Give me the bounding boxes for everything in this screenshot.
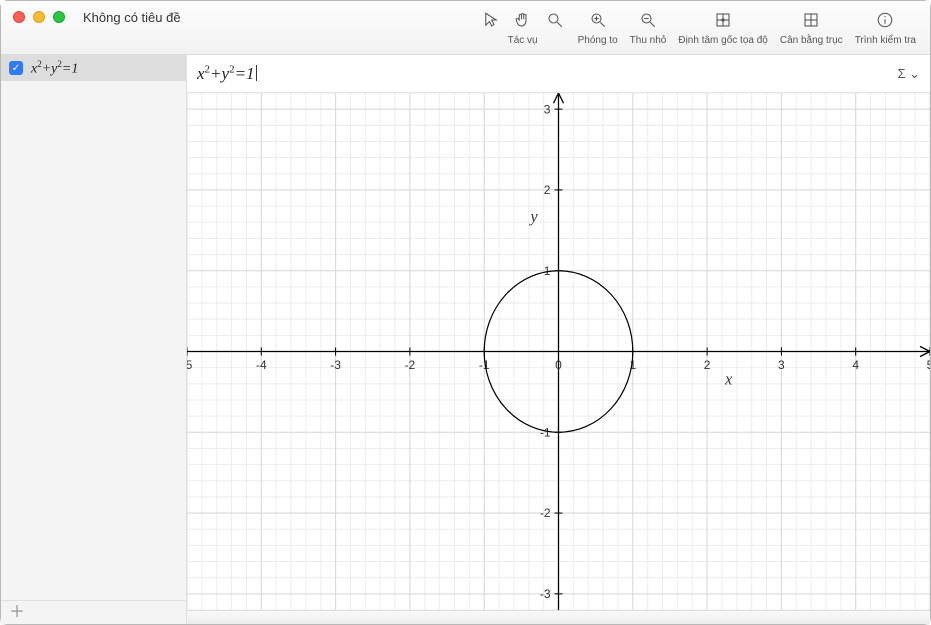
pointer-tool-button[interactable] <box>480 9 502 31</box>
svg-text:0: 0 <box>555 358 562 372</box>
sidebar-footer: ＋ <box>1 600 186 624</box>
equation-visibility-checkbox[interactable]: ✓ <box>9 61 23 75</box>
inspector-button[interactable] <box>874 9 896 31</box>
toolbar: Tác vụ Phóng to Thu nhỏ <box>474 5 922 46</box>
svg-text:y: y <box>529 208 539 226</box>
equation-list-text: x2+y2=1 <box>31 59 78 78</box>
zoom-out-label: Thu nhỏ <box>630 35 667 46</box>
svg-text:-2: -2 <box>405 358 416 372</box>
svg-text:-5: -5 <box>187 358 193 372</box>
titlebar: Không có tiêu đề Tác vụ <box>1 1 930 55</box>
hand-tool-button[interactable] <box>512 9 534 31</box>
toolbar-group-zoomin: Phóng to <box>572 5 624 46</box>
svg-text:-1: -1 <box>540 425 551 439</box>
equalize-axes-label: Cân bằng trục <box>780 35 843 46</box>
svg-text:-3: -3 <box>330 358 341 372</box>
inspector-label: Trình kiểm tra <box>855 35 916 46</box>
equalize-axes-button[interactable] <box>800 9 822 31</box>
formula-input[interactable]: x2+y2=1 <box>197 63 257 84</box>
svg-text:-2: -2 <box>540 506 551 520</box>
zoom-in-button[interactable] <box>587 9 609 31</box>
toolbar-actions-label: Tác vụ <box>508 35 538 46</box>
svg-text:4: 4 <box>852 358 859 372</box>
center-origin-button[interactable] <box>712 9 734 31</box>
window-title: Không có tiêu đề <box>83 10 181 25</box>
zoom-out-button[interactable] <box>637 9 659 31</box>
app-window: Không có tiêu đề Tác vụ <box>0 0 931 625</box>
window-controls <box>13 11 65 23</box>
toolbar-group-zoomout: Thu nhỏ <box>624 5 673 46</box>
svg-text:3: 3 <box>544 102 551 116</box>
svg-text:5: 5 <box>927 358 930 372</box>
center-origin-label: Định tâm gốc tọa độ <box>678 35 768 46</box>
close-window-button[interactable] <box>13 11 25 23</box>
plot-canvas[interactable]: -5-4-3-2-1012345-3-2-1123xy <box>187 93 930 610</box>
body: ✓ x2+y2=1 ＋ x2+y2=1 Σ ⌄ -5-4-3-2-1012345… <box>1 55 930 624</box>
equation-list-item[interactable]: ✓ x2+y2=1 <box>1 55 186 81</box>
svg-text:2: 2 <box>544 183 551 197</box>
toolbar-group-center: Định tâm gốc tọa độ <box>672 5 774 46</box>
svg-text:x: x <box>724 370 733 388</box>
svg-text:-3: -3 <box>540 587 551 601</box>
sidebar: ✓ x2+y2=1 ＋ <box>1 55 187 624</box>
fullscreen-window-button[interactable] <box>53 11 65 23</box>
zoom-box-button[interactable] <box>544 9 566 31</box>
svg-text:3: 3 <box>778 358 785 372</box>
minimize-window-button[interactable] <box>33 11 45 23</box>
svg-text:-4: -4 <box>256 358 267 372</box>
zoom-in-label: Phóng to <box>578 35 618 46</box>
horizontal-scrollbar[interactable] <box>187 610 930 624</box>
add-equation-button[interactable]: ＋ <box>9 605 25 621</box>
main-area: x2+y2=1 Σ ⌄ -5-4-3-2-1012345-3-2-1123xy <box>187 55 930 624</box>
toolbar-group-actions: Tác vụ <box>474 5 572 46</box>
svg-text:2: 2 <box>704 358 711 372</box>
toolbar-group-equalize: Cân bằng trục <box>774 5 849 46</box>
toolbar-group-inspector: Trình kiểm tra <box>849 5 922 46</box>
formula-bar: x2+y2=1 Σ ⌄ <box>187 55 930 93</box>
sigma-menu-button[interactable]: Σ ⌄ <box>897 66 920 82</box>
